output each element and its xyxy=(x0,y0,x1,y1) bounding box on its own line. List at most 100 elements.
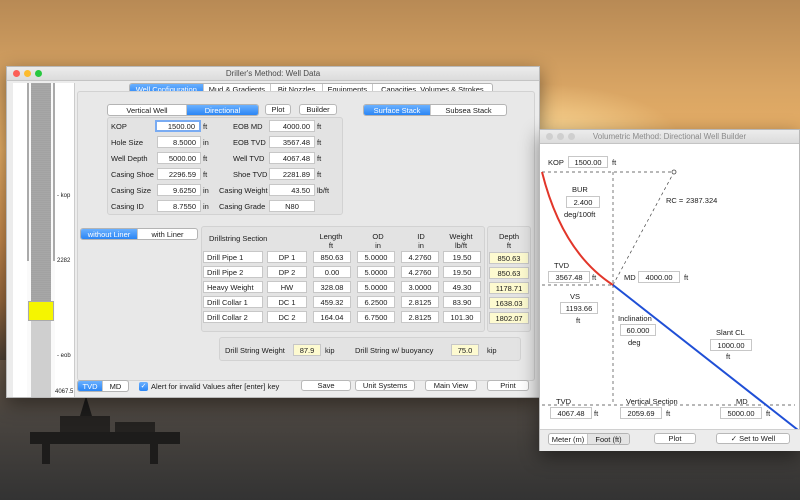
buoyancy-weight-label: Drill String w/ buoyancy xyxy=(355,346,434,355)
casing-grade-label: Casing Grade xyxy=(219,202,266,211)
eob-tvd-input[interactable]: 3567.48 xyxy=(269,136,315,148)
row4-length[interactable]: 459.32 xyxy=(313,296,351,308)
total-tvd-field[interactable]: 4067.48 xyxy=(550,407,592,419)
total-md-field[interactable]: 5000.00 xyxy=(720,407,762,419)
foot-option[interactable]: Foot (ft) xyxy=(588,434,629,444)
well-depth-input[interactable]: 5000.00 xyxy=(157,152,201,164)
string-weight-value: 87.9 xyxy=(293,344,321,356)
builder-plot-button[interactable]: Plot xyxy=(654,433,696,444)
row2-length[interactable]: 0.00 xyxy=(313,266,351,278)
minimize-icon[interactable] xyxy=(557,133,564,140)
casing-id-input[interactable]: 8.7550 xyxy=(157,200,201,212)
builder-button[interactable]: Builder xyxy=(299,104,337,115)
row5-code[interactable]: DC 2 xyxy=(267,311,307,323)
save-button[interactable]: Save xyxy=(301,380,351,391)
row2-code[interactable]: DP 2 xyxy=(267,266,307,278)
hole-size-label: Hole Size xyxy=(111,138,144,147)
eob-tvd-field[interactable]: 3567.48 xyxy=(548,271,590,283)
close-icon[interactable] xyxy=(546,133,553,140)
meter-option[interactable]: Meter (m) xyxy=(549,434,589,444)
close-icon[interactable] xyxy=(13,70,20,77)
bur-label: BUR xyxy=(572,185,588,194)
slant-field[interactable]: 1000.00 xyxy=(710,339,752,351)
row4-weight[interactable]: 83.90 xyxy=(443,296,481,308)
row4-od[interactable]: 6.2500 xyxy=(357,296,395,308)
row5-weight[interactable]: 101.30 xyxy=(443,311,481,323)
set-to-well-button[interactable]: ✓ Set to Well xyxy=(716,433,790,444)
eob-md-field[interactable]: 4000.00 xyxy=(638,271,680,283)
slant-label: Slant CL xyxy=(716,328,745,337)
inclination-field[interactable]: 60.000 xyxy=(620,324,656,336)
kop-input[interactable]: 1500.00 xyxy=(155,120,201,132)
buoyancy-weight-unit: kip xyxy=(487,346,497,355)
casing-shoe-input[interactable]: 2296.59 xyxy=(157,168,201,180)
row4-id[interactable]: 2.8125 xyxy=(401,296,439,308)
plot-button[interactable]: Plot xyxy=(265,104,291,115)
row4-name[interactable]: Drill Collar 1 xyxy=(203,296,263,308)
zoom-icon[interactable] xyxy=(568,133,575,140)
eob-md-label: EOB MD xyxy=(233,122,263,131)
casing-grade-input[interactable]: N80 xyxy=(269,200,315,212)
main-view-button[interactable]: Main View xyxy=(425,380,477,391)
row3-id[interactable]: 3.0000 xyxy=(401,281,439,293)
casing-wall-right xyxy=(53,83,55,261)
depth-mode-toggle: TVD MD xyxy=(77,380,129,392)
print-button[interactable]: Print xyxy=(487,380,529,391)
row5-length[interactable]: 164.04 xyxy=(313,311,351,323)
md-option[interactable]: MD xyxy=(103,381,128,391)
tvd-option[interactable]: TVD xyxy=(78,381,104,391)
well-depth-label: Well Depth xyxy=(111,154,148,163)
main-title-bar: Driller's Method: Well Data xyxy=(7,67,539,81)
minimize-icon[interactable] xyxy=(24,70,31,77)
shoe-tvd-input[interactable]: 2281.89 xyxy=(269,168,315,180)
surface-stack-option[interactable]: Surface Stack xyxy=(364,105,432,115)
row5-id[interactable]: 2.8125 xyxy=(401,311,439,323)
row2-weight[interactable]: 19.50 xyxy=(443,266,481,278)
vertical-well-option[interactable]: Vertical Well xyxy=(108,105,187,115)
row1-name[interactable]: Drill Pipe 1 xyxy=(203,251,263,263)
hole-size-input[interactable]: 8.5000 xyxy=(157,136,201,148)
buoyancy-weight-value: 75.0 xyxy=(451,344,479,356)
casing-weight-input[interactable]: 43.50 xyxy=(269,184,315,196)
directional-option[interactable]: Directional xyxy=(186,105,258,115)
row1-od[interactable]: 5.0000 xyxy=(357,251,395,263)
with-liner-option[interactable]: with Liner xyxy=(138,229,197,239)
row2-id[interactable]: 4.2760 xyxy=(401,266,439,278)
well-tvd-input[interactable]: 4067.48 xyxy=(269,152,315,164)
row1-code[interactable]: DP 1 xyxy=(267,251,307,263)
row3-code[interactable]: HW xyxy=(267,281,307,293)
row3-od[interactable]: 5.0000 xyxy=(357,281,395,293)
row3-weight[interactable]: 49.30 xyxy=(443,281,481,293)
well-tvd-label: Well TVD xyxy=(233,154,265,163)
kop-unit: ft xyxy=(612,158,617,167)
row1-weight[interactable]: 19.50 xyxy=(443,251,481,263)
row1-id[interactable]: 4.2760 xyxy=(401,251,439,263)
rc-value: 2387.324 xyxy=(686,196,718,205)
eob-md-input[interactable]: 4000.00 xyxy=(269,120,315,132)
without-liner-option[interactable]: without Liner xyxy=(81,229,139,239)
bur-field[interactable]: 2.400 xyxy=(566,196,600,208)
row2-name[interactable]: Drill Pipe 2 xyxy=(203,266,263,278)
eob-md-label: MD xyxy=(624,273,636,282)
row2-od[interactable]: 5.0000 xyxy=(357,266,395,278)
kop-field[interactable]: 1500.00 xyxy=(568,156,608,168)
row4-code[interactable]: DC 1 xyxy=(267,296,307,308)
unit-systems-button[interactable]: Unit Systems xyxy=(355,380,415,391)
casing-size-input[interactable]: 9.6250 xyxy=(157,184,201,196)
casing-weight-label: Casing Weight xyxy=(219,186,268,195)
row3-length[interactable]: 328.08 xyxy=(313,281,351,293)
zoom-icon[interactable] xyxy=(35,70,42,77)
vertical-section-field[interactable]: 2059.69 xyxy=(620,407,662,419)
alert-checkbox[interactable]: ✓ xyxy=(139,382,148,391)
row1-length[interactable]: 850.63 xyxy=(313,251,351,263)
row5-name[interactable]: Drill Collar 2 xyxy=(203,311,263,323)
row5-od[interactable]: 6.7500 xyxy=(357,311,395,323)
casing-wall-left xyxy=(27,83,29,261)
builder-window-controls xyxy=(546,133,575,140)
slant-unit: ft xyxy=(726,352,731,361)
subsea-stack-option[interactable]: Subsea Stack xyxy=(431,105,506,115)
eob-marker: - eob xyxy=(57,353,71,359)
row5-depth: 1802.07 xyxy=(489,312,529,324)
vs-field[interactable]: 1193.66 xyxy=(560,302,598,314)
row3-name[interactable]: Heavy Weight xyxy=(203,281,263,293)
